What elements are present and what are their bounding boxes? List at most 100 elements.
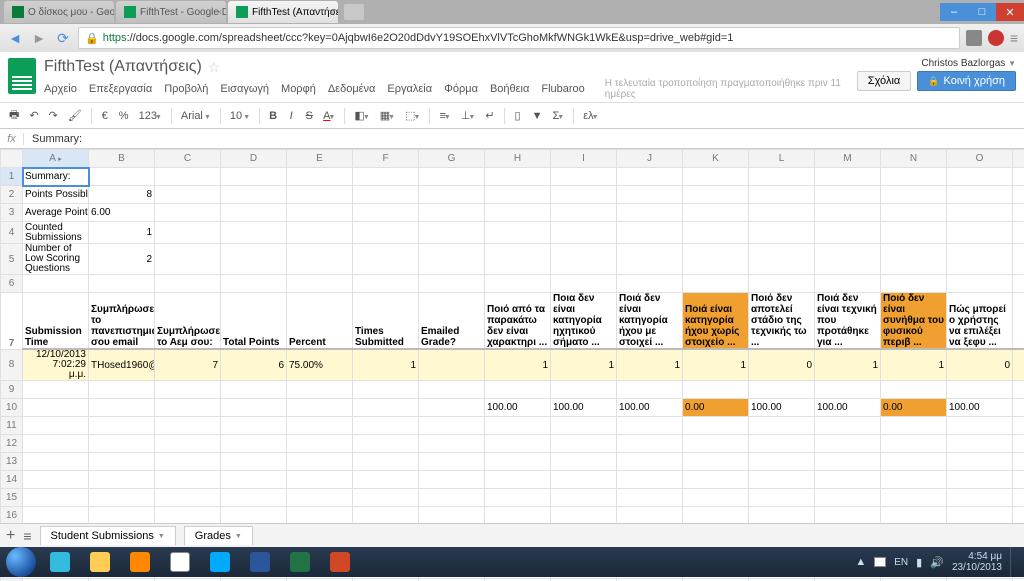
user-name[interactable]: Christos Bazlorgas ▼	[857, 58, 1016, 69]
cell[interactable]: 1	[551, 349, 617, 381]
extension-icon[interactable]	[966, 30, 982, 46]
cell[interactable]: 0	[947, 349, 1013, 381]
cell[interactable]: Ποιό δεν είναι συνήθμα του φυσικού περιβ…	[881, 293, 947, 350]
cell[interactable]: Συμπλήρωσε το πανεπιστημιακό σου email	[89, 293, 155, 350]
cell[interactable]: 1	[815, 349, 881, 381]
cell[interactable]: Submission Time	[23, 293, 89, 350]
cell[interactable]: Ποια δεν είναι κατηγορία ηχητικού σήματο…	[551, 293, 617, 350]
cell[interactable]: Points Possible	[23, 186, 89, 204]
col-header[interactable]: B	[89, 150, 155, 168]
cell[interactable]: Counted Submissions	[23, 222, 89, 244]
font-select[interactable]: Arial ▼	[178, 108, 214, 124]
cell[interactable]: Ποιά δεν είναι κατηγορία ήχου με στοιχεί…	[617, 293, 683, 350]
cell[interactable]: 6	[221, 349, 287, 381]
cell[interactable]: Total Points	[221, 293, 287, 350]
cell[interactable]: Ποιό δεν αποτελεί στάδιο της τεχνικής τω…	[749, 293, 815, 350]
cell[interactable]: Emailed Grade?	[419, 293, 485, 350]
cell[interactable]: 0.00	[881, 399, 947, 417]
reload-button[interactable]: ⟳	[54, 30, 72, 47]
cell[interactable]: 0	[749, 349, 815, 381]
corner-cell[interactable]	[1, 150, 23, 168]
chrome-menu-icon[interactable]: ≡	[1010, 30, 1018, 46]
undo-icon[interactable]: ↶	[26, 107, 41, 124]
cell[interactable]: Ποιά είναι κατηγορία ήχου χωρίς στοιχείο…	[683, 293, 749, 350]
print-icon[interactable]: 🖶	[6, 104, 22, 127]
borders-icon[interactable]: ▦▼	[377, 107, 398, 124]
cell[interactable]: Percent	[287, 293, 353, 350]
menu-tools[interactable]: Εργαλεία	[387, 83, 432, 95]
grid[interactable]: A ▸ B C D E F G H I J K L M N O P 1Summa…	[0, 149, 1024, 581]
format-number[interactable]: 123▼	[136, 108, 165, 124]
browser-tab-active[interactable]: FifthTest (Απαντήσεις) ×	[228, 1, 338, 23]
fill-color-icon[interactable]: ◧▼	[351, 107, 372, 124]
new-tab-button[interactable]	[344, 4, 364, 20]
cell[interactable]: Summary:	[23, 168, 89, 186]
col-header[interactable]: K	[683, 150, 749, 168]
paint-format-icon[interactable]: 🖌	[65, 107, 85, 124]
cell[interactable]: THosed1960@einrot	[89, 349, 155, 381]
comments-button[interactable]: Σχόλια	[857, 71, 912, 91]
taskbar-item[interactable]	[241, 549, 279, 575]
row-header[interactable]: 16	[1, 507, 23, 525]
forward-button[interactable]: ►	[30, 30, 48, 46]
tray-expand-icon[interactable]: ▲	[855, 556, 866, 568]
cell[interactable]: Πώς μπορεί ο χρήστης να επιλέξει να ξεφυ…	[947, 293, 1013, 350]
row-header[interactable]: 3	[1, 204, 23, 222]
close-icon[interactable]: ×	[105, 7, 110, 17]
cell[interactable]: 100.00	[617, 399, 683, 417]
sheet-tab[interactable]: Student Submissions▼	[40, 526, 176, 545]
menu-format[interactable]: Μορφή	[281, 83, 316, 95]
chevron-down-icon[interactable]: ▼	[235, 533, 242, 540]
cell[interactable]: 100.00	[749, 399, 815, 417]
row-header[interactable]: 14	[1, 471, 23, 489]
all-sheets-button[interactable]: ≡	[23, 528, 31, 544]
taskbar-item[interactable]	[161, 549, 199, 575]
italic-button[interactable]: I	[284, 108, 298, 124]
row-header[interactable]: 6	[1, 275, 23, 293]
maximize-button[interactable]: □	[968, 3, 996, 21]
close-icon[interactable]: ×	[329, 7, 334, 17]
menu-insert[interactable]: Εισαγωγή	[220, 83, 269, 95]
sheets-logo-icon[interactable]	[8, 58, 36, 94]
browser-tab[interactable]: FifthTest - Google Drive ×	[116, 1, 226, 23]
cell[interactable]: 1	[617, 349, 683, 381]
strike-button[interactable]: S	[302, 108, 316, 124]
cell[interactable]: 100.00	[485, 399, 551, 417]
row-header[interactable]: 5	[1, 244, 23, 275]
cell[interactable]: 1	[881, 349, 947, 381]
col-header[interactable]: M	[815, 150, 881, 168]
minimize-button[interactable]: –	[940, 3, 968, 21]
menu-form[interactable]: Φόρμα	[444, 83, 478, 95]
cell[interactable]: 7	[155, 349, 221, 381]
menu-file[interactable]: Αρχείο	[44, 83, 77, 95]
valign-icon[interactable]: ⊥▼	[458, 107, 479, 124]
text-color-icon[interactable]: A▼	[320, 108, 338, 124]
back-button[interactable]: ◄	[6, 30, 24, 46]
cell[interactable]: 100.00	[815, 399, 881, 417]
share-button[interactable]: 🔒Κοινή χρήση	[917, 71, 1016, 91]
action-center-icon[interactable]	[874, 557, 886, 567]
row-header[interactable]: 4	[1, 222, 23, 244]
row-header[interactable]: 7	[1, 293, 23, 350]
col-header[interactable]: A ▸	[23, 150, 89, 168]
wrap-icon[interactable]: ↵	[482, 107, 497, 124]
cell[interactable]: 1	[89, 222, 155, 244]
language-icon[interactable]: ελ▼	[580, 108, 601, 124]
col-header[interactable]: I	[551, 150, 617, 168]
taskbar-item[interactable]	[201, 549, 239, 575]
row-header[interactable]: 1	[1, 168, 23, 186]
tray-lang[interactable]: EN	[894, 557, 908, 568]
row-header[interactable]: 12	[1, 435, 23, 453]
star-icon[interactable]: ☆	[208, 59, 221, 76]
col-header[interactable]: C	[155, 150, 221, 168]
filter-icon[interactable]: ▼	[529, 108, 546, 124]
row-header[interactable]: 2	[1, 186, 23, 204]
halign-icon[interactable]: ≡▼	[436, 108, 453, 124]
col-header[interactable]: F	[353, 150, 419, 168]
sheet-tab[interactable]: Grades▼	[184, 526, 253, 545]
row-header[interactable]: 13	[1, 453, 23, 471]
cell[interactable]: 2	[89, 244, 155, 275]
cell[interactable]: 12/10/2013 7:02:29μ.μ.	[23, 349, 89, 381]
show-desktop-button[interactable]	[1010, 547, 1018, 577]
col-header[interactable]: E	[287, 150, 353, 168]
